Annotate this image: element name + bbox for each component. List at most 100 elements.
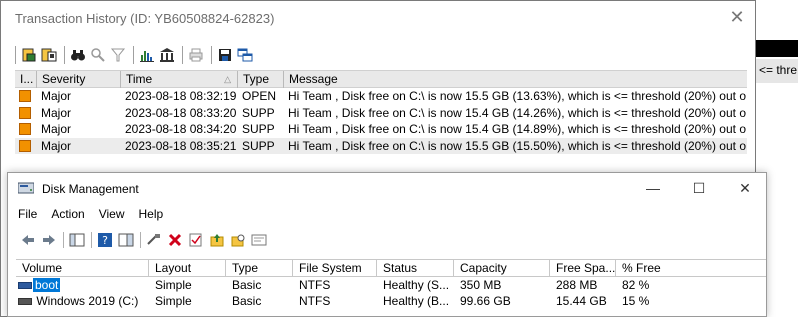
disk-toolbar: ?: [18, 230, 270, 250]
console-tree-icon[interactable]: [67, 231, 87, 249]
help-icon[interactable]: ?: [95, 231, 115, 249]
window-title: Disk Management: [42, 182, 139, 196]
close-button[interactable]: ✕: [723, 5, 751, 31]
message-cell: Hi Team , Disk free on C:\ is now 15.5 G…: [288, 138, 746, 153]
svg-text:?: ?: [102, 234, 108, 247]
severity-cell: Major: [41, 122, 72, 137]
windows-icon[interactable]: [236, 46, 254, 64]
severity-icon-cell: [15, 123, 37, 136]
background-black-bar: [756, 40, 798, 57]
volume-icon: [18, 298, 32, 306]
chart-icon[interactable]: [138, 46, 156, 64]
volume-name[interactable]: boot: [33, 278, 61, 292]
filter-disabled-icon[interactable]: [109, 46, 127, 64]
volume-icon: [18, 282, 32, 290]
toolbar-separator: [64, 46, 65, 64]
column-header-file-system[interactable]: File System: [293, 260, 377, 277]
table-row[interactable]: Major 2023-08-18 08:33:20 SUPP Hi Team ,…: [15, 105, 747, 122]
severity-icon-cell: [15, 106, 37, 119]
volume-cell: boot: [16, 278, 149, 292]
close-button[interactable]: ✕: [722, 173, 768, 203]
toolbar-separator: [140, 232, 141, 248]
percent-free-cell: 82 %: [622, 278, 650, 292]
column-header-capacity[interactable]: Capacity: [454, 260, 550, 277]
table-row-selected[interactable]: Major 2023-08-18 08:35:21 SUPP Hi Team ,…: [15, 137, 747, 154]
column-header-volume[interactable]: Volume: [16, 260, 149, 277]
free-space-cell: 288 MB: [556, 278, 598, 292]
menu-help[interactable]: Help: [139, 207, 164, 221]
volume-table: Volume Layout Type File System Status Ca…: [16, 259, 766, 309]
folder-up-icon[interactable]: [207, 231, 227, 249]
table-row[interactable]: Major 2023-08-18 08:32:19 OPEN Hi Team ,…: [15, 88, 747, 105]
transaction-table: I... Severity Time △ Type Message Major 2…: [15, 70, 747, 154]
column-header-severity[interactable]: Severity: [37, 71, 121, 88]
table-row[interactable]: boot Simple Basic NTFS Healthy (S... 350…: [16, 277, 766, 293]
toolbar-separator: [211, 46, 212, 64]
major-severity-icon: [19, 90, 31, 103]
layout-cell: Simple: [155, 294, 192, 308]
toolbar-separator: [133, 46, 134, 64]
column-header-percent-free[interactable]: % Free: [616, 260, 766, 277]
toolbar-separator: [182, 46, 183, 64]
column-header-status[interactable]: Status: [377, 260, 454, 277]
delete-icon[interactable]: [165, 231, 185, 249]
major-severity-icon: [19, 123, 31, 136]
maximize-button[interactable]: ☐: [676, 173, 722, 203]
properties-icon[interactable]: [249, 231, 269, 249]
major-severity-icon: [19, 106, 31, 119]
status-cell: Healthy (B...: [383, 294, 450, 308]
type-cell: SUPP: [242, 138, 275, 153]
print-disabled-icon[interactable]: [187, 46, 205, 64]
message-cell: Hi Team , Disk free on C:\ is now 15.5 G…: [288, 89, 746, 104]
save-icon[interactable]: [216, 46, 234, 64]
folder-search-icon[interactable]: [228, 231, 248, 249]
time-cell: 2023-08-18 08:33:20: [125, 105, 237, 120]
minimize-button[interactable]: —: [630, 173, 676, 203]
column-header-message[interactable]: Message: [284, 71, 747, 88]
severity-icon-cell: [15, 90, 37, 103]
unacknowledge-icon[interactable]: [40, 46, 58, 64]
message-cell: Hi Team , Disk free on C:\ is now 15.4 G…: [288, 105, 746, 120]
time-cell: 2023-08-18 08:34:20: [125, 122, 237, 137]
severity-cell: Major: [41, 105, 72, 120]
menu-file[interactable]: File: [18, 207, 37, 221]
percent-free-cell: 15 %: [622, 294, 650, 308]
column-header-icon[interactable]: I...: [15, 71, 37, 88]
disk-management-window: Disk Management — ☐ ✕ File Action View H…: [7, 172, 767, 317]
type-cell: Basic: [232, 278, 262, 292]
volume-name[interactable]: Windows 2019 (C:): [36, 294, 138, 308]
capacity-cell: 99.66 GB: [460, 294, 511, 308]
connect-icon[interactable]: [144, 231, 164, 249]
checklist-icon[interactable]: [186, 231, 206, 249]
back-arrow-icon[interactable]: [18, 231, 38, 249]
column-header-layout[interactable]: Layout: [149, 260, 226, 277]
menu-view[interactable]: View: [99, 207, 125, 221]
find-disabled-icon[interactable]: [89, 46, 107, 64]
sort-ascending-icon: △: [224, 74, 231, 84]
toolbar-separator: [63, 232, 64, 248]
table-row[interactable]: Windows 2019 (C:) Simple Basic NTFS Heal…: [16, 293, 766, 309]
transaction-title-bar[interactable]: Transaction History (ID: YB60508824-6282…: [1, 1, 755, 36]
column-header-type[interactable]: Type: [226, 260, 293, 277]
file-system-cell: NTFS: [299, 278, 331, 292]
menu-action[interactable]: Action: [51, 207, 84, 221]
column-header-type[interactable]: Type: [238, 71, 284, 88]
capacity-cell: 350 MB: [460, 278, 502, 292]
major-severity-icon: [19, 139, 31, 152]
transaction-toolbar: [11, 43, 256, 67]
column-header-time[interactable]: Time △: [121, 71, 238, 88]
status-cell: Healthy (S...: [383, 278, 450, 292]
severity-cell: Major: [41, 138, 72, 153]
acknowledge-icon[interactable]: [20, 46, 38, 64]
forward-arrow-icon[interactable]: [39, 231, 59, 249]
type-cell: OPEN: [242, 89, 277, 104]
severity-icon-cell: [15, 139, 37, 152]
column-header-free-space[interactable]: Free Spa...: [550, 260, 616, 277]
disk-title-bar[interactable]: Disk Management — ☐ ✕: [8, 173, 766, 203]
window-title: Transaction History (ID: YB60508824-6282…: [15, 11, 275, 26]
disk-management-app-icon: [18, 182, 34, 194]
table-row[interactable]: Major 2023-08-18 08:34:20 SUPP Hi Team ,…: [15, 121, 747, 138]
show-pane-icon[interactable]: [116, 231, 136, 249]
building-icon[interactable]: [158, 46, 176, 64]
binoculars-icon[interactable]: [69, 46, 87, 64]
